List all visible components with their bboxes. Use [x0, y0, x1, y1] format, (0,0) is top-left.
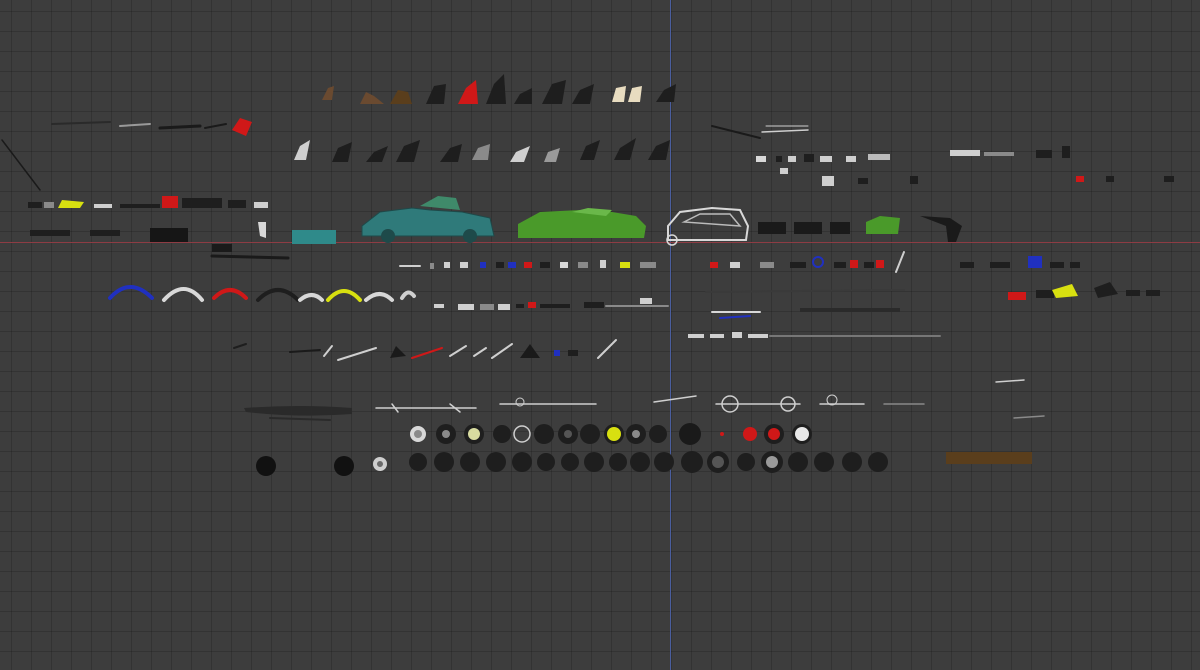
- wheel-row-1[interactable]: [410, 423, 812, 445]
- suspension-row-1[interactable]: [399, 251, 1080, 273]
- door-panels[interactable]: [758, 216, 962, 242]
- rod-parts-right[interactable]: [711, 125, 809, 139]
- small-parts-right-row-3[interactable]: [756, 146, 1174, 186]
- suspension-row-2[interactable]: [434, 282, 1160, 319]
- body-shell-green[interactable]: [518, 208, 646, 238]
- exhaust-row[interactable]: [244, 379, 1045, 421]
- body-shell-teal[interactable]: [361, 196, 495, 243]
- wood-plank-part[interactable]: [946, 452, 1032, 464]
- strut-part[interactable]: [1, 139, 41, 191]
- suspension-row-3[interactable]: [233, 332, 941, 361]
- seat-row-1[interactable]: [322, 74, 676, 104]
- small-parts-row-2[interactable]: [51, 118, 252, 136]
- scene-objects[interactable]: [0, 0, 1200, 670]
- wheel-row-2[interactable]: [256, 451, 888, 476]
- seat-row-3[interactable]: [294, 138, 670, 162]
- fender-row[interactable]: [108, 285, 416, 302]
- body-shell-chrome[interactable]: [666, 206, 750, 246]
- 3d-viewport[interactable]: [0, 0, 1200, 670]
- interior-dark-parts[interactable]: [30, 222, 336, 260]
- interior-trim-row[interactable]: [28, 196, 268, 208]
